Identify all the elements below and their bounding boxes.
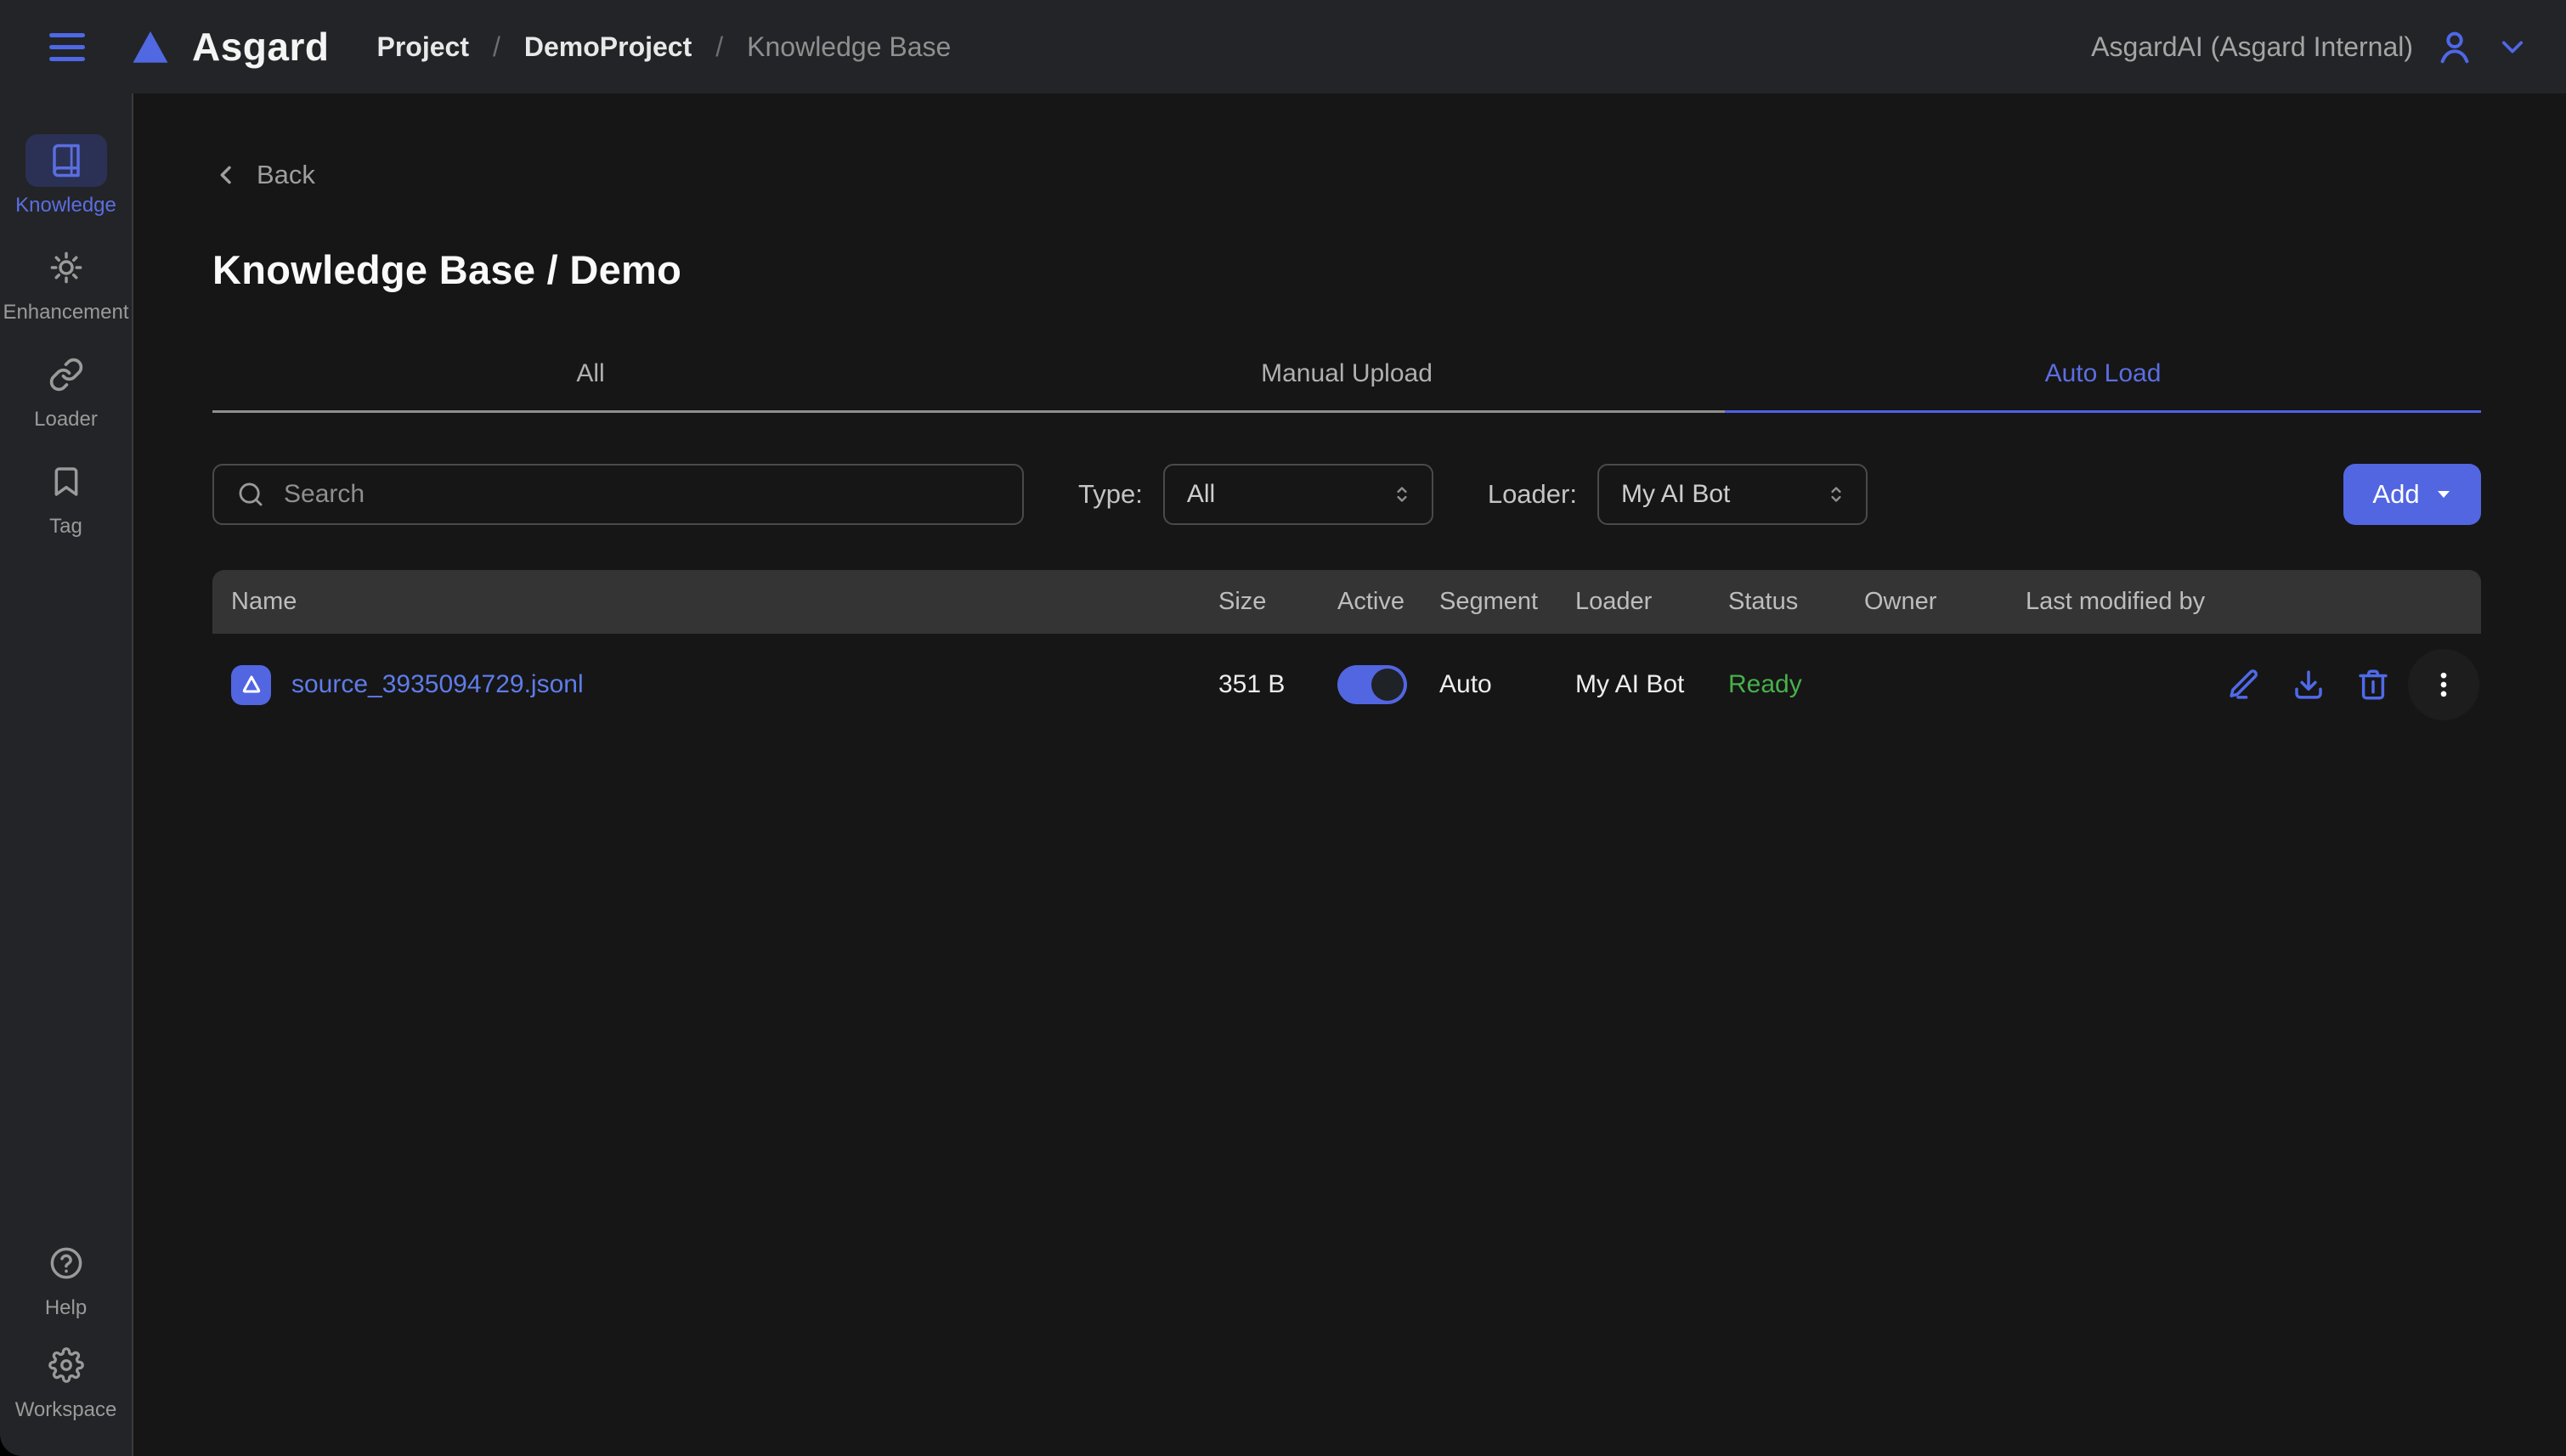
sidebar: Knowledge Enhancement Loader Tag — [0, 93, 133, 1456]
column-header-segment: Segment — [1427, 588, 1563, 616]
column-header-active: Active — [1325, 588, 1427, 616]
type-filter-group: Type: All — [1078, 464, 1433, 525]
breadcrumb-separator: / — [715, 31, 723, 63]
segment-cell: Auto — [1427, 670, 1563, 699]
sidebar-footer: Help Workspace — [0, 1237, 132, 1422]
breadcrumb-demoproject[interactable]: DemoProject — [524, 31, 692, 63]
trash-icon[interactable] — [2355, 667, 2391, 703]
loader-select-value: My AI Bot — [1621, 480, 1730, 509]
search-input[interactable] — [282, 479, 1000, 510]
filter-row: Type: All Loader: My AI Bot Add — [212, 464, 2481, 525]
column-header-name: Name — [212, 588, 1207, 616]
bookmark-icon — [25, 455, 107, 508]
size-cell: 351 B — [1207, 670, 1325, 699]
menu-icon[interactable] — [49, 33, 85, 61]
chevron-down-icon[interactable] — [2496, 31, 2529, 63]
type-select-value: All — [1187, 480, 1215, 509]
active-toggle[interactable] — [1337, 665, 1407, 704]
sidebar-item-enhancement[interactable]: Enhancement — [0, 241, 132, 324]
back-label: Back — [257, 160, 315, 190]
breadcrumb: Project / DemoProject / Knowledge Base — [376, 31, 951, 63]
add-button[interactable]: Add — [2343, 464, 2481, 525]
search-icon — [236, 480, 265, 509]
caret-down-icon — [2435, 486, 2452, 503]
type-label: Type: — [1078, 479, 1143, 510]
row-actions — [2226, 649, 2505, 720]
sidebar-item-label: Workspace — [15, 1398, 117, 1422]
file-type-icon — [231, 665, 271, 705]
file-name-link[interactable]: source_3935094729.jsonl — [291, 670, 584, 699]
status-badge: Ready — [1716, 670, 1852, 699]
tab-manual-upload[interactable]: Manual Upload — [969, 359, 1725, 413]
brand-triangle-icon — [131, 29, 170, 65]
tab-bar: All Manual Upload Auto Load — [212, 359, 2481, 413]
account-name: AsgardAI (Asgard Internal) — [2091, 31, 2413, 63]
column-header-size: Size — [1207, 588, 1325, 616]
select-caret-icon — [1389, 482, 1415, 507]
back-button[interactable]: Back — [212, 160, 315, 190]
sidebar-item-workspace[interactable]: Workspace — [0, 1339, 132, 1422]
loader-select[interactable]: My AI Bot — [1597, 464, 1868, 525]
documents-table: Name Size Active Segment Loader Status O… — [212, 570, 2481, 736]
sidebar-item-label: Enhancement — [3, 301, 128, 324]
user-icon[interactable] — [2435, 27, 2474, 66]
table-header-row: Name Size Active Segment Loader Status O… — [212, 570, 2481, 634]
edit-icon[interactable] — [2226, 667, 2262, 703]
loader-label: Loader: — [1488, 479, 1577, 510]
active-cell — [1325, 665, 1427, 704]
table-row: source_3935094729.jsonl 351 B Auto My AI… — [212, 634, 2481, 736]
column-header-loader: Loader — [1563, 588, 1716, 616]
type-select[interactable]: All — [1163, 464, 1433, 525]
page-title: Knowledge Base / Demo — [212, 246, 2481, 293]
sun-icon — [25, 241, 107, 294]
sidebar-item-tag[interactable]: Tag — [0, 455, 132, 539]
sidebar-item-label: Help — [45, 1296, 87, 1320]
book-icon — [25, 134, 107, 187]
brand: Asgard — [131, 24, 329, 70]
breadcrumb-separator: / — [493, 31, 500, 63]
column-header-last-modified-by: Last modified by — [2014, 588, 2226, 616]
app-header: Asgard Project / DemoProject / Knowledge… — [0, 0, 2566, 93]
app-root: Asgard Project / DemoProject / Knowledge… — [0, 0, 2566, 1456]
sidebar-item-help[interactable]: Help — [0, 1237, 132, 1320]
breadcrumb-project[interactable]: Project — [376, 31, 468, 63]
breadcrumb-knowledge-base: Knowledge Base — [747, 31, 951, 63]
main-content: Back Knowledge Base / Demo All Manual Up… — [133, 93, 2566, 1456]
sidebar-item-label: Tag — [49, 515, 82, 539]
sidebar-item-loader[interactable]: Loader — [0, 348, 132, 432]
tab-auto-load[interactable]: Auto Load — [1725, 359, 2481, 413]
brand-name: Asgard — [192, 24, 329, 70]
search-box[interactable] — [212, 464, 1024, 525]
column-header-status: Status — [1716, 588, 1852, 616]
sidebar-item-knowledge[interactable]: Knowledge — [0, 134, 132, 217]
name-cell: source_3935094729.jsonl — [212, 665, 1207, 705]
help-circle-icon — [25, 1237, 107, 1290]
add-button-label: Add — [2372, 479, 2419, 510]
select-caret-icon — [1823, 482, 1849, 507]
download-icon[interactable] — [2291, 667, 2326, 703]
sidebar-item-label: Loader — [34, 408, 98, 432]
loader-filter-group: Loader: My AI Bot — [1488, 464, 1868, 525]
loader-cell: My AI Bot — [1563, 670, 1716, 699]
link-icon — [25, 348, 107, 401]
header-account[interactable]: AsgardAI (Asgard Internal) — [2091, 27, 2529, 66]
toggle-knob — [1371, 669, 1404, 701]
chevron-left-icon — [212, 161, 240, 189]
kebab-menu-icon[interactable] — [2408, 649, 2479, 720]
column-header-owner: Owner — [1852, 588, 2014, 616]
gear-icon — [25, 1339, 107, 1391]
tab-all[interactable]: All — [212, 359, 969, 413]
sidebar-item-label: Knowledge — [15, 194, 116, 217]
